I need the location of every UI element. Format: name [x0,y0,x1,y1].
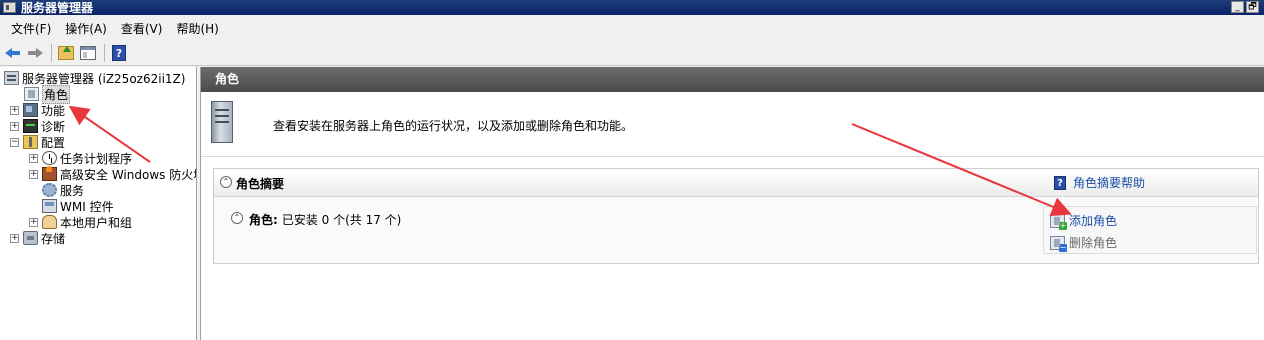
tree-item-label: 存储 [41,231,66,246]
tree-item-task-scheduler[interactable]: + 任务计划程序 [29,150,132,166]
help-link-label: 角色摘要帮助 [1072,176,1145,190]
features-icon [23,103,38,117]
tree-item-server-manager[interactable]: 服务器管理器 (iZ25oz62ii1Z) [4,70,185,86]
up-folder-icon [58,46,74,60]
tree-item-label: 任务计划程序 [60,151,133,166]
roles-summary-title: 角色摘要 [236,177,285,191]
tree-item-local-users[interactable]: + 本地用户和组 [29,214,132,230]
remove-roles-icon: − [1050,235,1067,252]
tree-item-label: 诊断 [41,119,66,134]
expand-button[interactable]: + [10,233,19,243]
tree-item-wmi[interactable]: WMI 控件 [42,198,114,214]
tree-item-firewall[interactable]: + 高级安全 Windows 防火墙 [29,166,197,182]
collapse-button[interactable]: − [10,137,19,147]
menu-action[interactable]: 操作(A) [58,20,114,37]
forward-button[interactable] [25,44,45,62]
intro-section: 查看安装在服务器上角色的运行状况，以及添加或删除角色和功能。 [201,92,1264,157]
toolbar-separator [104,44,105,62]
window-title: 服务器管理器 [21,1,94,15]
tree-item-diagnostics[interactable]: + 诊断 [10,118,65,134]
gear-icon [42,183,57,197]
diagnostics-icon [23,119,38,133]
tree-item-roles[interactable]: 角色 [24,84,71,104]
roles-actions: + 添加角色 − 删除角色 [1043,206,1257,254]
roles-installed-summary: ⌃ 角色: 已安装 0 个(共 17 个) [231,211,401,228]
roles-icon [24,87,39,101]
add-roles-label: 添加角色 [1069,214,1118,228]
roles-label: 角色: [249,213,278,227]
tree-item-label: 配置 [41,135,66,150]
clock-icon [42,151,57,165]
expand-button[interactable]: + [29,153,38,163]
tree-item-configuration[interactable]: − 配置 [10,134,65,150]
show-hide-console-tree-button[interactable] [78,44,98,62]
server-manager-icon [3,2,16,13]
server-icon [4,71,19,85]
details-pane: 角色 查看安装在服务器上角色的运行状况，以及添加或删除角色和功能。 ⌃ 角色摘要… [200,67,1264,340]
minimize-button[interactable]: _ [1231,1,1244,13]
configuration-icon [23,135,38,149]
menu-bar: 文件(F) 操作(A) 查看(V) 帮助(H) [0,17,1264,39]
tree-item-label: 高级安全 Windows 防火墙 [60,167,197,182]
tree-item-label: 本地用户和组 [60,215,133,230]
expand-button[interactable]: + [10,121,19,131]
toolbar-separator [51,44,52,62]
page-title: 角色 [201,67,1264,92]
roles-summary-help-link[interactable]: ? 角色摘要帮助 [1053,174,1145,191]
menu-help[interactable]: 帮助(H) [169,20,225,37]
collapse-icon[interactable]: ⌃ [231,212,243,224]
show-console-tree-icon [80,46,96,60]
remove-roles-link[interactable]: − 删除角色 [1050,234,1118,252]
server-roles-icon [207,99,237,145]
roles-summary-header: ⌃ 角色摘要 ? 角色摘要帮助 [214,169,1258,197]
tree-item-services[interactable]: 服务 [42,182,84,198]
forward-arrow-icon [27,47,43,59]
back-arrow-icon [5,47,21,59]
expand-button[interactable]: + [10,105,19,115]
tree-item-label: 服务 [60,183,85,198]
roles-summary-panel: ⌃ 角色摘要 ? 角色摘要帮助 ⌃ 角色: 已安装 0 个(共 17 个) + … [213,168,1259,264]
add-roles-link[interactable]: + 添加角色 [1050,212,1118,230]
help-icon: ? [112,45,126,61]
collapse-icon[interactable]: ⌃ [220,176,232,188]
restore-button[interactable]: 🗗 [1246,1,1259,13]
roles-count: 已安装 0 个(共 17 个) [281,213,402,227]
users-icon [42,215,57,229]
wmi-icon [42,199,57,213]
up-one-level-button[interactable] [56,44,76,62]
add-roles-icon: + [1050,213,1067,230]
menu-file[interactable]: 文件(F) [4,20,58,37]
intro-description: 查看安装在服务器上角色的运行状况，以及添加或删除角色和功能。 [273,119,634,133]
firewall-icon [42,166,57,181]
toolbar: ? [0,41,1264,66]
back-button[interactable] [3,44,23,62]
tree-item-label: WMI 控件 [60,199,114,214]
tree-item-storage[interactable]: + 存储 [10,230,65,246]
title-bar: 服务器管理器 _ 🗗 [0,0,1264,15]
menu-view[interactable]: 查看(V) [114,20,170,37]
tree-item-label: 功能 [41,103,66,118]
tree-item-features[interactable]: + 功能 [10,102,65,118]
help-icon: ? [1053,175,1066,190]
help-button[interactable]: ? [109,44,129,62]
console-tree: 服务器管理器 (iZ25oz62ii1Z) 角色 + 功能 + 诊断 − 配置 … [0,67,197,340]
storage-icon [23,231,38,245]
expand-button[interactable]: + [29,169,38,179]
expand-button[interactable]: + [29,217,38,227]
remove-roles-label: 删除角色 [1069,236,1118,250]
